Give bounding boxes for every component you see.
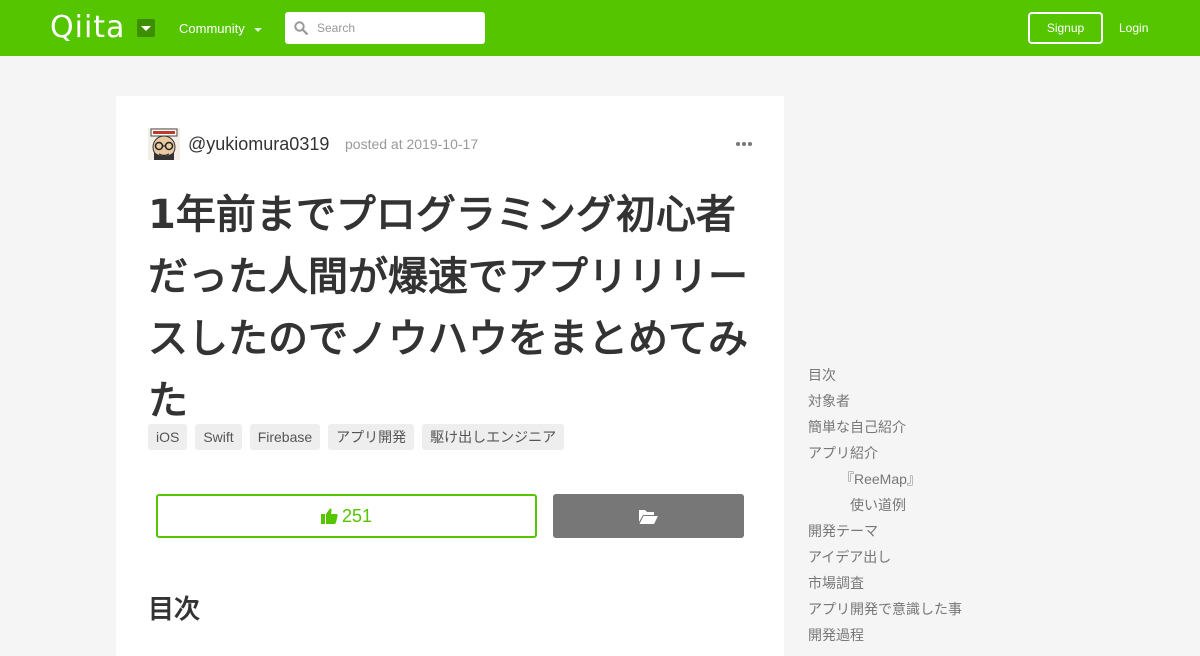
caret-down-icon	[253, 28, 262, 32]
qiita-logo[interactable]: Qiita	[50, 11, 125, 45]
author-name[interactable]: @yukiomura0319	[188, 133, 329, 155]
search-icon	[294, 21, 308, 35]
dot-icon	[748, 142, 752, 146]
toc-item[interactable]: アプリ開発で意識した事	[808, 596, 1178, 622]
search-box[interactable]	[285, 12, 485, 44]
dot-icon	[736, 142, 740, 146]
author-avatar[interactable]	[148, 128, 180, 160]
stock-button[interactable]	[553, 494, 744, 538]
toc-heading: 目次	[148, 595, 201, 625]
like-button[interactable]: 251	[156, 494, 537, 538]
toc-item[interactable]: 開発テーマ	[808, 518, 1178, 544]
toc-item[interactable]: 使い道例	[808, 492, 1178, 518]
toc-item[interactable]: 『ReeMap』	[808, 466, 1178, 492]
caret-down-icon	[141, 25, 151, 31]
tag-firebase[interactable]: Firebase	[249, 424, 321, 450]
community-label: Community	[179, 21, 245, 36]
article-card: @yukiomura0319 posted at 2019-10-17 1年前ま…	[116, 96, 784, 656]
signup-button[interactable]: Signup	[1028, 12, 1103, 44]
toc-item[interactable]: 市場調査	[808, 570, 1178, 596]
toc-item[interactable]: 開発過程	[808, 622, 1178, 648]
like-count: 251	[341, 505, 373, 526]
logo-menu-button[interactable]	[137, 19, 155, 37]
top-navbar: Qiita Community Signup Login	[0, 0, 1200, 56]
toc-item[interactable]: アプリ紹介	[808, 440, 1178, 466]
tag-app-development[interactable]: アプリ開発	[328, 424, 415, 450]
dot-icon	[742, 142, 746, 146]
more-options-button[interactable]	[736, 140, 752, 148]
folder-open-icon	[639, 509, 658, 524]
search-input[interactable]	[317, 21, 467, 35]
tag-swift[interactable]: Swift	[195, 424, 242, 450]
tag-beginner-engineer[interactable]: 駆け出しエンジニア	[422, 424, 565, 450]
sidebar-toc: 目次 対象者 簡単な自己紹介 アプリ紹介 『ReeMap』 使い道例 開発テーマ…	[808, 362, 1178, 648]
tag-list: iOS Swift Firebase アプリ開発 駆け出しエンジニア	[148, 424, 565, 450]
toc-item[interactable]: アイデア出し	[808, 544, 1178, 570]
article-title: 1年前までプログラミング初心者だった人間が爆速でアプリリリースしたのでノウハウを…	[148, 192, 748, 424]
tag-ios[interactable]: iOS	[148, 424, 188, 450]
posted-date: posted at 2019-10-17	[345, 136, 479, 152]
toc-item[interactable]: 目次	[808, 362, 1178, 388]
login-link[interactable]: Login	[1119, 20, 1148, 36]
toc-item[interactable]: 簡単な自己紹介	[808, 414, 1178, 440]
community-menu[interactable]: Community	[179, 20, 262, 38]
toc-item[interactable]: 対象者	[808, 388, 1178, 414]
thumbs-up-icon	[320, 508, 338, 524]
